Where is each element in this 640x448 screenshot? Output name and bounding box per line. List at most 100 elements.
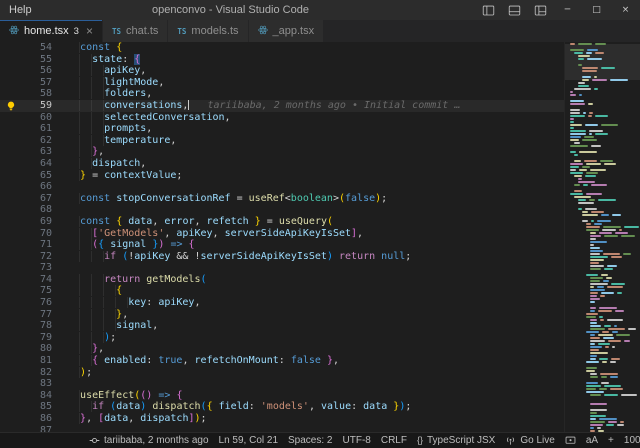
status-font-size[interactable]: aA [581,433,603,448]
code-line[interactable]: 78 signal, [0,320,564,332]
folding-margin [52,65,68,77]
toggle-sidebar-icon[interactable] [475,0,501,20]
line-number: 59 [22,100,52,112]
code-line[interactable]: 62 temperature, [0,135,564,147]
lightbulb-icon[interactable] [0,100,22,112]
code-line[interactable]: 74 return getModels( [0,274,564,286]
react-file-icon [258,25,268,38]
code-line[interactable]: 64 dispatch, [0,158,564,170]
tab-close-icon[interactable]: × [86,25,93,37]
code-line[interactable]: 71 ({ signal }) => { [0,239,564,251]
status-bar: tariibaba, 2 months ago Ln 59, Col 21Spa… [0,432,640,448]
glyph-margin [0,251,22,263]
tab-home.tsx[interactable]: home.tsx3× [0,20,103,42]
code-line[interactable]: 80 }, [0,343,564,355]
line-number: 55 [22,54,52,66]
tab-chat.ts[interactable]: TSchat.ts [103,20,168,42]
status-zoom-level[interactable]: 100% [619,433,640,448]
glyph-margin [0,158,22,170]
code-line[interactable]: 54 const { [0,42,564,54]
status-go-live[interactable]: Go Live [500,433,559,448]
glyph-margin [0,390,22,402]
folding-margin [52,193,68,205]
status-screencast[interactable] [560,433,581,448]
tab-models.ts[interactable]: TSmodels.ts [168,20,248,42]
code-line[interactable]: 87 [0,425,564,432]
folding-margin [52,401,68,413]
code-area[interactable]: 54 const {55 state: {56 apiKey,57 lightM… [0,42,564,432]
status-zoom-in[interactable]: + [603,433,619,448]
code-line[interactable]: 77 }, [0,309,564,321]
code-line[interactable]: 61 prompts, [0,123,564,135]
code-line[interactable]: 84 useEffect(() => { [0,390,564,402]
minimize-button[interactable]: ─ [553,0,582,20]
folding-margin [52,239,68,251]
code-line[interactable]: 65 } = contextValue; [0,170,564,182]
tab-label: _app.tsx [273,25,315,37]
glyph-margin [0,378,22,390]
tab-bar: home.tsx3×TSchat.tsTSmodels.ts _app.tsx [0,20,640,42]
code-line[interactable]: 76 key: apiKey, [0,297,564,309]
folding-margin [52,251,68,263]
code-line[interactable]: 73 [0,262,564,274]
code-line[interactable]: 81 { enabled: true, refetchOnMount: fals… [0,355,564,367]
glyph-margin [0,425,22,432]
glyph-margin [0,135,22,147]
code-line[interactable]: 66 [0,181,564,193]
glyph-margin [0,146,22,158]
code-line[interactable]: 85 if (data) dispatch({ field: 'models',… [0,401,564,413]
status-cursor-position[interactable]: Ln 59, Col 21 [214,433,284,448]
code-line[interactable]: 86 }, [data, dispatch]); [0,413,564,425]
status-label: tariibaba, 2 months ago [104,435,209,446]
code-line[interactable]: 63 }, [0,146,564,158]
code-line[interactable]: 58 folders, [0,88,564,100]
status-language-mode[interactable]: {}TypeScript JSX [412,433,500,448]
code-line[interactable]: 69 const { data, error, refetch } = useQ… [0,216,564,228]
status-label: 100% [624,435,640,446]
code-text: }, [68,146,564,158]
code-line[interactable]: 75 { [0,285,564,297]
line-number: 73 [22,262,52,274]
folding-margin [52,285,68,297]
code-line[interactable]: 59 conversations,tariibaba, 2 months ago… [0,100,564,112]
toggle-panel-icon[interactable] [501,0,527,20]
glyph-margin [0,297,22,309]
menu-help[interactable]: Help [0,0,41,20]
code-text: key: apiKey, [68,297,564,309]
folding-margin [52,158,68,170]
code-text: apiKey, [68,65,564,77]
code-line[interactable]: 57 lightMode, [0,77,564,89]
tab-_app.tsx[interactable]: _app.tsx [249,20,325,42]
git-commit-icon [89,435,100,446]
status-git-blame[interactable]: tariibaba, 2 months ago [84,433,214,448]
code-line[interactable]: 82 ); [0,367,564,379]
code-line[interactable]: 72 if (!apiKey && !serverSideApiKeyIsSet… [0,251,564,263]
code-line[interactable]: 68 [0,204,564,216]
glyph-margin [0,193,22,205]
code-line[interactable]: 79 ); [0,332,564,344]
customize-layout-icon[interactable] [527,0,553,20]
status-eol[interactable]: CRLF [376,433,412,448]
minimap[interactable] [564,42,640,432]
code-line[interactable]: 70 ['GetModels', apiKey, serverSideApiKe… [0,228,564,240]
line-number: 54 [22,42,52,54]
code-line[interactable]: 67 const stopConversationRef = useRef<bo… [0,193,564,205]
code-line[interactable]: 60 selectedConversation, [0,112,564,124]
glyph-margin [0,309,22,321]
glyph-margin [0,77,22,89]
status-encoding[interactable]: UTF-8 [338,433,376,448]
code-text: }, [68,343,564,355]
maximize-button[interactable]: □ [582,0,611,20]
status-indentation[interactable]: Spaces: 2 [283,433,337,448]
folding-margin [52,367,68,379]
folding-margin [52,390,68,402]
code-text: const { data, error, refetch } = useQuer… [68,216,564,228]
close-button[interactable]: × [611,0,640,20]
code-line[interactable]: 56 apiKey, [0,65,564,77]
folding-margin [52,123,68,135]
glyph-margin [0,274,22,286]
code-line[interactable]: 55 state: { [0,54,564,66]
code-line[interactable]: 83 [0,378,564,390]
folding-margin [52,54,68,66]
line-number: 82 [22,367,52,379]
